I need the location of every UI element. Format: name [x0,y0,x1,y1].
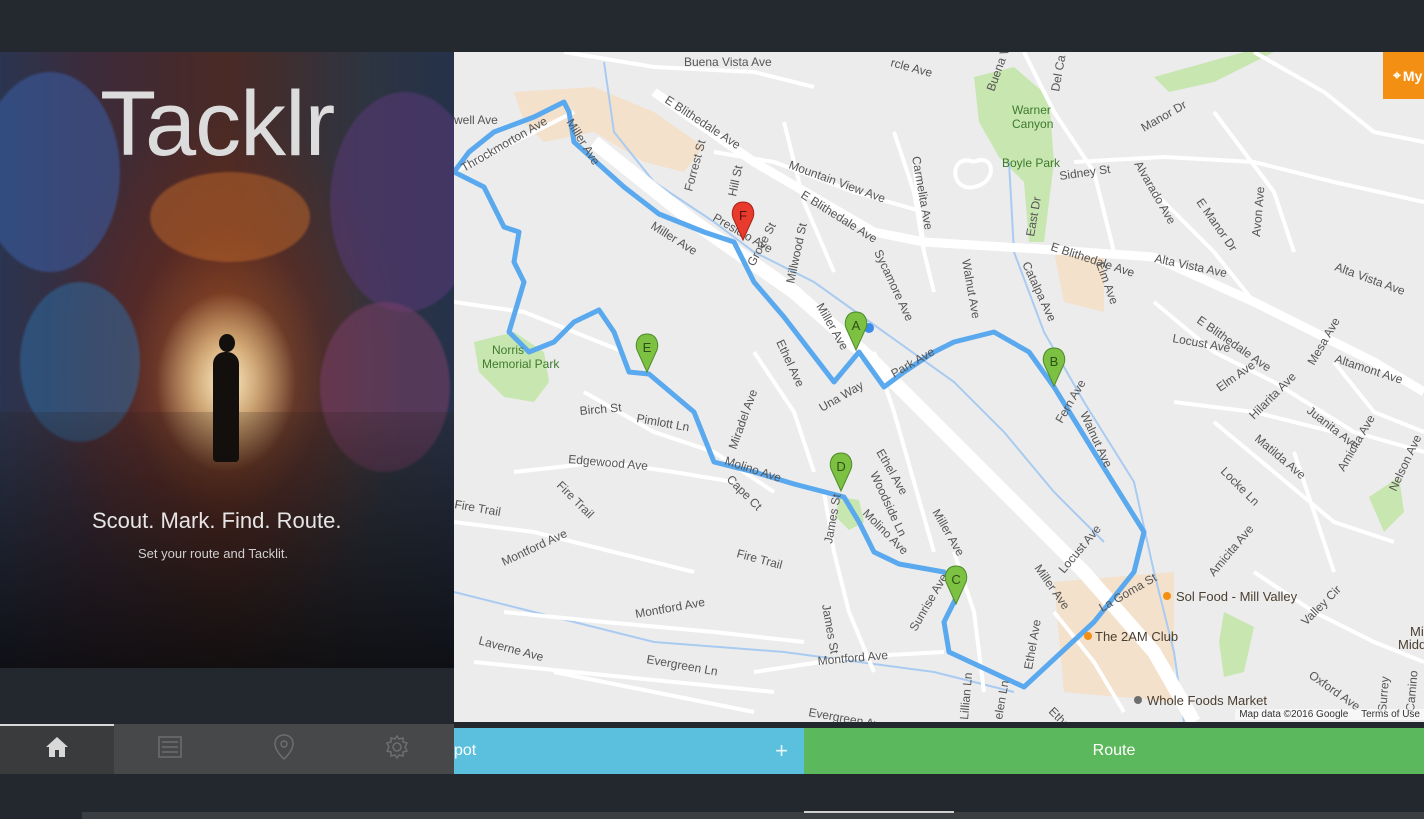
street-label: Amicita Ave [1206,522,1257,579]
marker-label: E [643,340,652,355]
add-spot-button[interactable]: pot + [454,728,804,774]
street-label: Ethel Ave [773,337,807,389]
street-label: Una Way [817,378,866,415]
street-label: Locke Ln [1218,464,1262,508]
park-label: Norris [492,343,524,357]
marker-label: F [739,208,747,223]
list-icon [157,735,183,764]
street-label: Ethel Ave [1021,618,1044,670]
street-label: James St [819,603,842,655]
street-label: rcle Ave [889,55,934,80]
home-icon [44,735,70,764]
street-label: Walnut Ave [1077,409,1115,470]
street-label: Evergreen Ave [807,705,887,722]
park-area [974,67,1054,242]
street-label: Del Ca [1048,54,1068,93]
top-bar [0,0,1424,52]
food-poi-icon [1084,632,1092,640]
street-label: Ethel [1046,704,1075,722]
street-label: Matilda Ave [1252,432,1309,483]
page-indicator [804,811,954,813]
street-label: Alta Vista Ave [1333,260,1407,298]
poi-label: Sol Food - Mill Valley [1176,589,1298,604]
park-label: Warner [1012,103,1051,117]
route-button[interactable]: Route [804,728,1424,774]
panel-gap [0,668,454,724]
gear-icon [384,734,410,765]
park-label: Canyon [1012,117,1053,131]
street-label: Buena Vista Ave [684,55,772,69]
poi-label: The 2AM Club [1095,629,1178,644]
poi-label: Whole Foods Market [1147,693,1267,708]
street-label: Laverne Ave [477,633,545,664]
park-area [1154,52,1274,92]
park-area [1219,612,1254,677]
street-label: Sidney St [1058,162,1111,183]
street-label: Fire Trail [454,497,502,519]
graffiti-decor [150,172,310,262]
person-silhouette [213,352,239,462]
park-label: Boyle Park [1002,156,1061,170]
street-label: Miradel Ave [726,387,761,451]
my-location-label: My [1402,67,1423,84]
street-label: Alvarado Ave [1131,159,1179,227]
map-view[interactable]: Buena Vista Ave E Blithedale Ave Throckm… [454,52,1424,722]
marker-d[interactable]: D [829,452,853,493]
terms-link[interactable]: Terms of Use [1361,709,1420,720]
graffiti-decor [330,92,454,312]
sub-tagline: Set your route and Tacklit. [138,546,289,561]
tagline: Scout. Mark. Find. Route. [92,508,342,533]
marker-c[interactable]: C [944,565,968,606]
street-label: Edgewood Ave [568,452,649,473]
route-label: Route [1092,742,1136,759]
street-label: Camino [1403,670,1421,713]
street-label: Catalpa Ave [1019,259,1059,324]
person-silhouette [219,334,235,352]
street-label: Pimlott Ln [635,411,690,434]
street-label: Montford Ave [634,595,706,621]
street-label: Evergreen Ln [645,652,718,678]
tab-list[interactable] [114,724,228,774]
park-label: Memorial Park [482,357,560,371]
bottom-bar [82,812,1424,819]
street-label: Sycamore Ave [871,247,916,323]
street-label: Manor Dr [1139,97,1189,134]
street-label: Birch St [579,400,623,418]
splash-image: Tacklr Scout. Mark. Find. Route. Set you… [0,52,454,668]
map-attribution: Map data ©2016 Google Terms of Use [1235,709,1424,720]
street-label: Hill St [725,163,745,197]
map-pin-icon: ⌖ [1393,67,1401,83]
poi-label: Middle [1398,637,1424,652]
shop-poi-icon [1134,696,1142,704]
app-title: Tacklr [100,73,335,175]
tab-location[interactable] [227,724,341,774]
street-label: Lillian Ln [957,672,975,720]
street-label: Park Ave [889,344,938,380]
food-poi-icon [1163,592,1171,600]
street-label: Hilarita Ave [1246,369,1299,422]
marker-label: B [1050,354,1059,369]
street-label: Walnut Ave [959,258,983,320]
tab-settings[interactable] [341,724,455,774]
street-label: Avon Ave [1249,186,1267,238]
street-label: Millwood St [783,221,810,285]
my-location-button[interactable]: ⌖ My [1383,52,1424,99]
street-label: elen Ln [991,679,1012,720]
marker-label: A [852,318,861,333]
street-label: E Manor Dr [1194,196,1241,254]
add-spot-label: pot [454,742,477,759]
marker-e[interactable]: E [635,333,659,374]
marker-label: C [951,572,960,587]
marker-label: D [836,459,845,474]
tab-home[interactable] [0,724,114,774]
street-label: Fire Trail [735,546,784,572]
attribution-text: Map data ©2016 Google [1239,709,1349,720]
street-label: Surrey [1375,676,1392,712]
street-label: well Ave [454,113,498,127]
street-label: Fire Trail [554,478,597,521]
street-label: Oxford Ave [1306,668,1363,714]
plus-icon: + [775,738,788,763]
tab-bar [0,724,454,774]
map-pin-icon [273,733,295,766]
